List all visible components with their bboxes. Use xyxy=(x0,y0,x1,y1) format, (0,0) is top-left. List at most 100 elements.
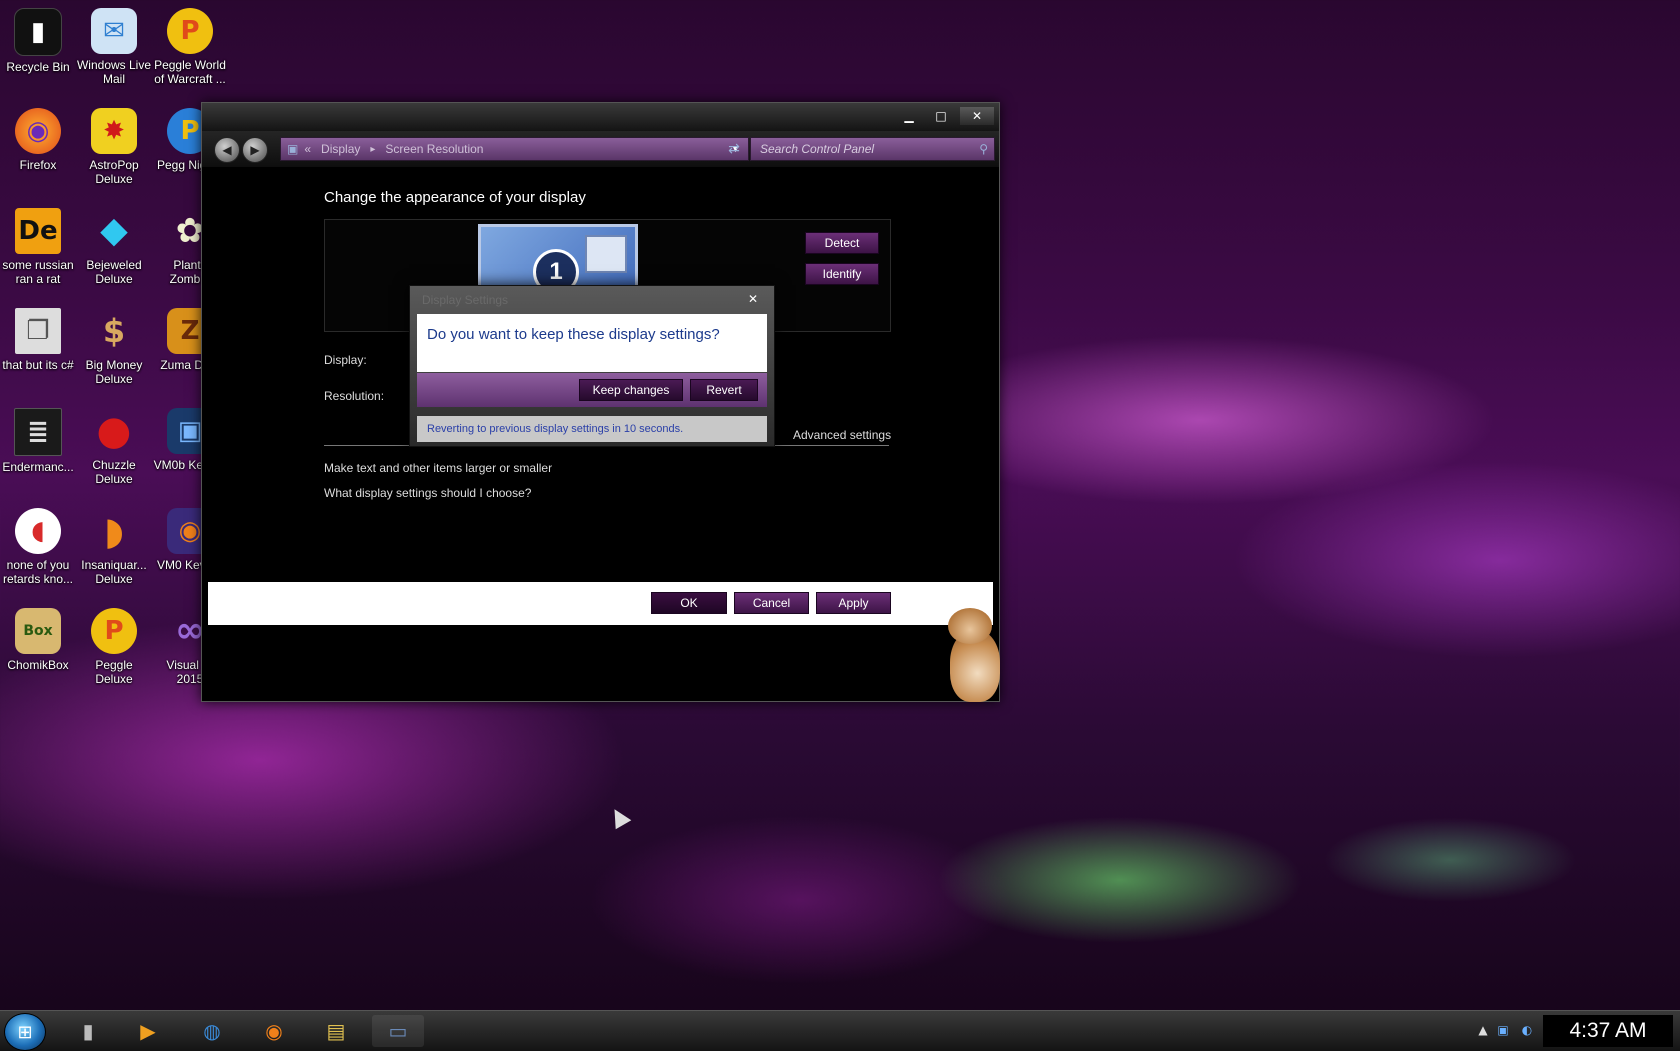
money-bag-icon: $ xyxy=(102,312,126,350)
desktop-icon-label: Firefox xyxy=(19,158,57,172)
desktop-icon-label: Windows Live Mail xyxy=(76,58,152,86)
taskbar-control-panel-icon[interactable]: ▭ xyxy=(372,1015,424,1047)
desktop-icon-bejeweled[interactable]: ◆ Bejeweled Deluxe xyxy=(76,208,152,287)
control-panel-icon: ▣ xyxy=(287,142,299,156)
desktop-icon-label: Peggle Deluxe xyxy=(95,658,133,686)
desktop-icon-label: Big Money Deluxe xyxy=(85,358,143,386)
tray-volume-icon[interactable]: ◐ xyxy=(1518,1021,1536,1039)
desktop-icon-label: some russian ran a rat xyxy=(2,258,74,286)
hamster-head xyxy=(948,608,992,644)
monitor-window-icon xyxy=(585,235,627,273)
desktop-icon-label: none of you retards kno... xyxy=(2,558,74,586)
mail-icon: ✉ xyxy=(91,8,137,54)
desktop-icon-recycle-bin[interactable]: ▮ Recycle Bin xyxy=(0,8,76,74)
desktop-icon-label: Endermanc... xyxy=(2,460,74,474)
firefox-icon: ◉ xyxy=(15,108,61,154)
search-input[interactable]: Search Control Panel ⚲ xyxy=(750,137,995,161)
desktop-icon-windows-live-mail[interactable]: ✉ Windows Live Mail xyxy=(76,8,152,86)
display-settings-dialog: Display Settings ✕ Do you want to keep t… xyxy=(409,285,775,447)
cancel-button[interactable]: Cancel xyxy=(734,592,809,614)
terminal-icon: ≣ xyxy=(14,408,62,456)
maximize-button[interactable]: □ xyxy=(928,107,954,125)
files-icon: ❐ xyxy=(15,308,61,354)
desktop-icon-label: AstroPop Deluxe xyxy=(89,158,139,186)
search-icon[interactable]: ⚲ xyxy=(979,142,988,156)
ok-button[interactable]: OK xyxy=(651,592,727,614)
tray-expand-icon[interactable]: ▲ xyxy=(1474,1021,1492,1039)
taskbar-clock[interactable]: 4:37 AM xyxy=(1543,1015,1673,1047)
taskbar-firefox-icon[interactable]: ◉ xyxy=(248,1015,300,1047)
chomikbox-icon: Box xyxy=(15,608,61,654)
breadcrumb-separator: ▸ xyxy=(370,143,376,155)
dialog-question: Do you want to keep these display settin… xyxy=(427,326,720,343)
revert-button[interactable]: Revert xyxy=(690,379,758,401)
start-button[interactable]: ⊞ xyxy=(4,1013,46,1051)
desktop-icon-label: Peggle World of Warcraft ... xyxy=(154,58,226,86)
resolution-label: Resolution: xyxy=(324,389,385,403)
taskbar-folder-icon[interactable]: ▤ xyxy=(310,1015,362,1047)
peggle-deluxe-icon: P xyxy=(91,608,137,654)
desktop-icon-peggle-deluxe[interactable]: P Peggle Deluxe xyxy=(76,608,152,686)
taskbar-explorer-icon[interactable]: ▮ xyxy=(62,1015,114,1047)
desktop-icon-chuzzle[interactable]: ● Chuzzle Deluxe xyxy=(76,408,152,486)
desktop-icon-label: Chuzzle Deluxe xyxy=(92,458,136,486)
recycle-bin-icon: ▮ xyxy=(14,8,62,56)
dialog-actions: Keep changes Revert xyxy=(417,373,767,407)
dialog-title: Display Settings xyxy=(422,293,509,307)
taskbar-globe-icon[interactable]: ◍ xyxy=(186,1015,238,1047)
text-size-link[interactable]: Make text and other items larger or smal… xyxy=(324,461,552,475)
astropop-icon: ✸ xyxy=(91,108,137,154)
search-placeholder: Search Control Panel xyxy=(760,142,875,156)
breadcrumb-screen-resolution[interactable]: Screen Resolution xyxy=(385,142,483,156)
display-label: Display: xyxy=(324,353,367,367)
desktop-icon-big-money[interactable]: $ Big Money Deluxe xyxy=(76,308,152,386)
desktop-icon-some-russian[interactable]: De some russian ran a rat xyxy=(0,208,76,286)
tray-network-icon[interactable]: ▣ xyxy=(1494,1021,1512,1039)
desktop-icon-label: Bejeweled Deluxe xyxy=(86,258,142,286)
identify-button[interactable]: Identify xyxy=(805,263,879,285)
desktop-icon-astropop[interactable]: ✸ AstroPop Deluxe xyxy=(76,108,152,186)
forward-button[interactable]: ▶ xyxy=(242,137,268,163)
dialog-close-button[interactable]: ✕ xyxy=(740,291,766,307)
advanced-settings-link[interactable]: Advanced settings xyxy=(793,428,891,442)
display-settings-help-link[interactable]: What display settings should I choose? xyxy=(324,486,531,500)
goldfish-icon: ◗ xyxy=(103,509,125,553)
gem-icon: ◆ xyxy=(100,210,128,251)
window-titlebar[interactable]: ▁ □ ✕ xyxy=(202,103,999,131)
address-bar[interactable]: ▣ « Display ▸ Screen Resolution ▼ xyxy=(280,137,749,161)
address-toolbar: ◀ ▶ ▣ « Display ▸ Screen Resolution ▼ ⇄ … xyxy=(202,131,999,167)
peggle-icon: P xyxy=(167,8,213,54)
fish-icon: ◖ xyxy=(15,508,61,554)
mouse-cursor-icon xyxy=(606,804,632,830)
de-icon: De xyxy=(15,208,61,254)
desktop-icon-chomikbox[interactable]: Box ChomikBox xyxy=(0,608,76,672)
close-button[interactable]: ✕ xyxy=(960,107,994,125)
detect-button[interactable]: Detect xyxy=(805,232,879,254)
page-title: Change the appearance of your display xyxy=(324,189,586,206)
button-bar: OK Cancel Apply xyxy=(208,582,993,625)
countdown-text: Reverting to previous display settings i… xyxy=(427,423,684,435)
desktop-icon-label: ChomikBox xyxy=(7,658,69,672)
dialog-countdown: Reverting to previous display settings i… xyxy=(417,416,767,442)
desktop-icon-firefox[interactable]: ◉ Firefox xyxy=(0,108,76,172)
desktop-icon-insaniquarium[interactable]: ◗ Insaniquar... Deluxe xyxy=(76,508,152,586)
desktop-icon-label: that but its c# xyxy=(2,358,74,372)
keep-changes-button[interactable]: Keep changes xyxy=(579,379,683,401)
back-button[interactable]: ◀ xyxy=(214,137,240,163)
desktop-icon-peggle-wow[interactable]: P Peggle World of Warcraft ... xyxy=(152,8,228,86)
hamster-desktop-pet[interactable] xyxy=(944,608,1004,706)
taskbar-media-player-icon[interactable]: ▶ xyxy=(122,1015,174,1047)
desktop-icon-label: Insaniquar... Deluxe xyxy=(81,558,147,586)
desktop-icon-enderman[interactable]: ≣ Endermanc... xyxy=(0,408,76,474)
desktop-icon-label: Recycle Bin xyxy=(6,60,70,74)
apply-button[interactable]: Apply xyxy=(816,592,891,614)
refresh-icon[interactable]: ⇄ xyxy=(723,138,745,160)
taskbar: ⊞ ▮ ▶ ◍ ◉ ▤ ▭ ▲ ▣ ◐ 4:37 AM xyxy=(0,1010,1680,1051)
breadcrumb-overflow-icon: « xyxy=(304,142,312,156)
dialog-body: Do you want to keep these display settin… xyxy=(417,314,767,372)
chuzzle-icon: ● xyxy=(96,408,132,454)
breadcrumb-display[interactable]: Display xyxy=(321,142,360,156)
desktop-icon-none-of-you[interactable]: ◖ none of you retards kno... xyxy=(0,508,76,586)
desktop-icon-that-but-its-csharp[interactable]: ❐ that but its c# xyxy=(0,308,76,372)
minimize-button[interactable]: ▁ xyxy=(896,107,922,125)
